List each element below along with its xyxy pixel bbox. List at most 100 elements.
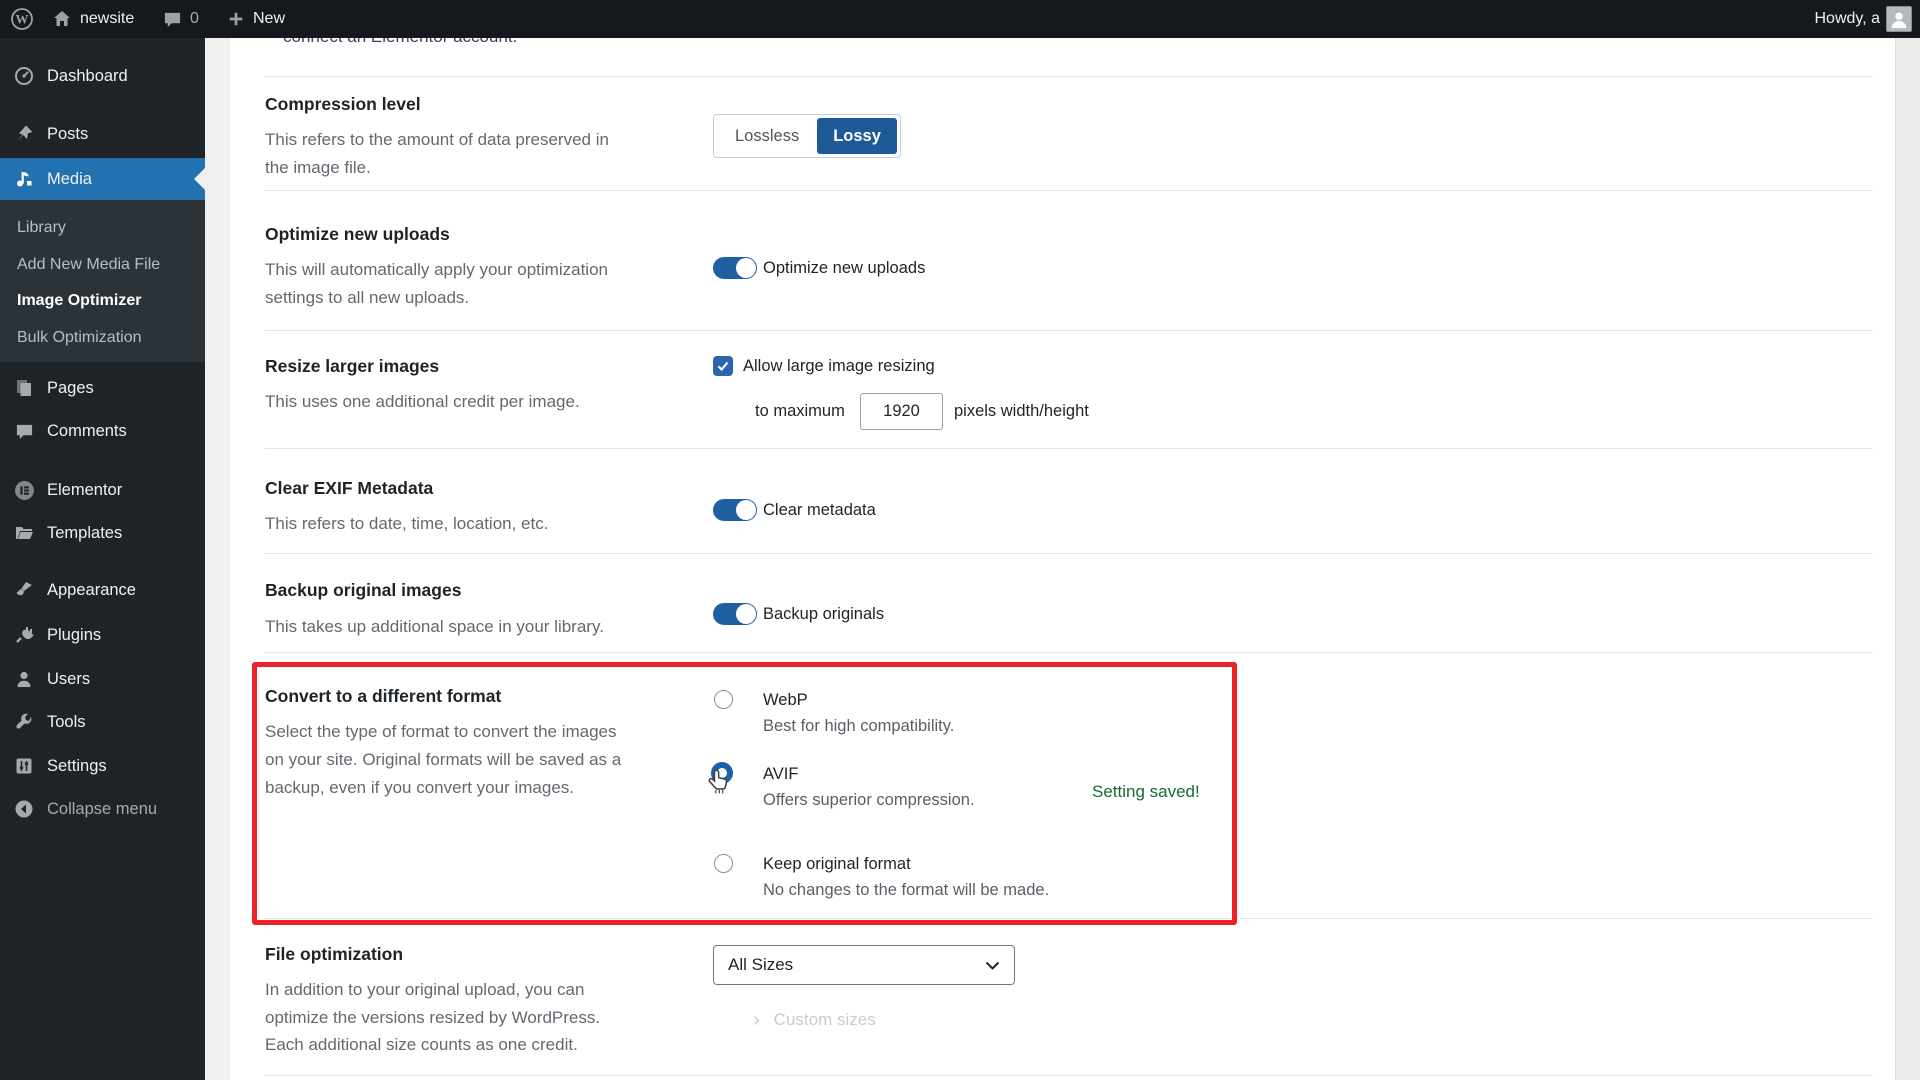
description-line: optimize the versions resized by WordPre… — [265, 1004, 600, 1032]
webp-description: Best for high compatibility. — [763, 717, 954, 736]
image-optimizer-settings-panel: connect an Elementor account. Compressio… — [230, 38, 1895, 1080]
mouse-cursor-hand-icon — [706, 768, 734, 803]
divider — [265, 190, 1873, 191]
max-size-input[interactable] — [860, 393, 943, 430]
sidebar-item-elementor[interactable]: Elementor — [0, 472, 205, 508]
webp-label: WebP — [763, 691, 808, 710]
comment-bubble-icon — [163, 10, 182, 29]
plus-icon — [227, 10, 245, 28]
sidebar-item-templates[interactable]: Templates — [0, 515, 205, 551]
resize-title: Resize larger images — [265, 356, 439, 377]
comments-shortcut[interactable]: 0 — [163, 0, 199, 38]
media-note-icon — [13, 168, 35, 190]
divider — [265, 652, 1873, 653]
pushpin-icon — [13, 123, 35, 145]
custom-sizes-disclosure[interactable]: › Custom sizes — [753, 1010, 876, 1030]
sizes-select[interactable]: All Sizes — [713, 945, 1015, 985]
keep-original-description: No changes to the format will be made. — [763, 881, 1049, 900]
sidebar-item-library[interactable]: Library — [0, 212, 205, 244]
description-line: on your site. Original formats will be s… — [265, 746, 621, 774]
user-icon — [13, 668, 35, 690]
chevron-down-icon — [985, 961, 1000, 970]
backup-originals-toggle[interactable] — [713, 603, 757, 625]
optimize-uploads-title: Optimize new uploads — [265, 224, 450, 245]
folder-icon — [13, 522, 35, 544]
divider — [265, 76, 1873, 77]
keep-original-radio[interactable] — [714, 854, 733, 873]
sidebar-item-dashboard[interactable]: Dashboard — [0, 58, 205, 94]
comment-bubble-icon — [13, 420, 35, 442]
user-avatar[interactable] — [1886, 0, 1912, 38]
wordpress-logo-menu[interactable]: W — [10, 0, 34, 38]
sidebar-item-add-new-media-file[interactable]: Add New Media File — [0, 249, 205, 281]
description-line: In addition to your original upload, you… — [265, 976, 600, 1004]
svg-text:W: W — [16, 12, 29, 27]
exif-description: This refers to date, time, location, etc… — [265, 510, 548, 538]
new-label: New — [253, 10, 285, 28]
sidebar-item-appearance[interactable]: Appearance — [0, 572, 205, 608]
avif-label: AVIF — [763, 765, 798, 784]
media-submenu: Library Add New Media File Image Optimiz… — [0, 200, 205, 362]
divider — [265, 553, 1873, 554]
sidebar-item-label: Elementor — [47, 481, 122, 500]
description-line: the image file. — [265, 154, 609, 182]
sidebar-item-pages[interactable]: Pages — [0, 370, 205, 406]
sizes-select-value: All Sizes — [728, 955, 793, 975]
exif-title: Clear EXIF Metadata — [265, 478, 433, 499]
clear-metadata-toggle[interactable] — [713, 499, 757, 521]
description-line: This uses one additional credit per imag… — [265, 388, 580, 416]
divider — [265, 1075, 1873, 1076]
divider — [265, 330, 1873, 331]
toggle-knob — [736, 500, 756, 520]
backup-description: This takes up additional space in your l… — [265, 613, 604, 641]
sidebar-item-label: Plugins — [47, 626, 101, 645]
new-content-menu[interactable]: New — [227, 0, 285, 38]
submenu-label: Add New Media File — [17, 256, 160, 274]
sidebar-item-settings[interactable]: Settings — [0, 748, 205, 784]
sidebar-item-plugins[interactable]: Plugins — [0, 617, 205, 653]
sidebar-item-label: Pages — [47, 379, 94, 398]
sidebar-item-label: Templates — [47, 524, 122, 543]
elementor-logo-icon — [13, 479, 35, 501]
site-link[interactable]: newsite — [52, 0, 134, 38]
howdy-text: Howdy, a — [1814, 10, 1880, 28]
description-line: This refers to date, time, location, etc… — [265, 510, 548, 538]
sidebar-item-users[interactable]: Users — [0, 661, 205, 697]
sidebar-item-posts[interactable]: Posts — [0, 116, 205, 152]
scrollbar-track[interactable] — [1895, 38, 1920, 1080]
sidebar-item-image-optimizer[interactable]: Image Optimizer — [0, 285, 205, 317]
submenu-label: Library — [17, 219, 66, 237]
admin-bar: W newsite 0 New Howdy, a — [0, 0, 1920, 38]
description-line: backup, even if you convert your images. — [265, 774, 621, 802]
lossy-option[interactable]: Lossy — [817, 118, 897, 154]
sidebar-item-tools[interactable]: Tools — [0, 704, 205, 740]
description-line: This takes up additional space in your l… — [265, 613, 604, 641]
sidebar-item-label: Appearance — [47, 581, 136, 600]
sidebar-item-comments[interactable]: Comments — [0, 413, 205, 449]
chevron-right-icon: › — [753, 1012, 760, 1029]
collapse-menu-button[interactable]: Collapse menu — [0, 791, 205, 827]
webp-radio[interactable] — [714, 690, 733, 709]
toggle-knob — [736, 604, 756, 624]
lossless-option[interactable]: Lossless — [717, 118, 817, 154]
plug-icon — [13, 624, 35, 646]
wrench-icon — [13, 711, 35, 733]
sidebar-item-bulk-optimization[interactable]: Bulk Optimization — [0, 322, 205, 354]
howdy-menu[interactable]: Howdy, a — [1814, 0, 1880, 38]
keep-original-label: Keep original format — [763, 855, 911, 874]
sidebar-item-label: Users — [47, 670, 90, 689]
allow-resizing-checkbox[interactable] — [713, 356, 733, 376]
wordpress-logo-icon: W — [10, 7, 34, 31]
description-line: Select the type of format to convert the… — [265, 718, 621, 746]
avif-description: Offers superior compression. — [763, 791, 975, 810]
submenu-label: Image Optimizer — [17, 292, 141, 310]
compression-level-description: This refers to the amount of data preser… — [265, 126, 609, 182]
divider — [265, 448, 1873, 449]
sidebar-item-media[interactable]: Media — [0, 158, 205, 200]
optimize-uploads-toggle-label: Optimize new uploads — [763, 259, 925, 278]
optimize-uploads-toggle[interactable] — [713, 257, 757, 279]
description-line: Each additional size counts as one credi… — [265, 1031, 600, 1059]
allow-resizing-label: Allow large image resizing — [743, 357, 935, 376]
checkmark-icon — [716, 359, 730, 373]
toggle-knob — [736, 258, 756, 278]
